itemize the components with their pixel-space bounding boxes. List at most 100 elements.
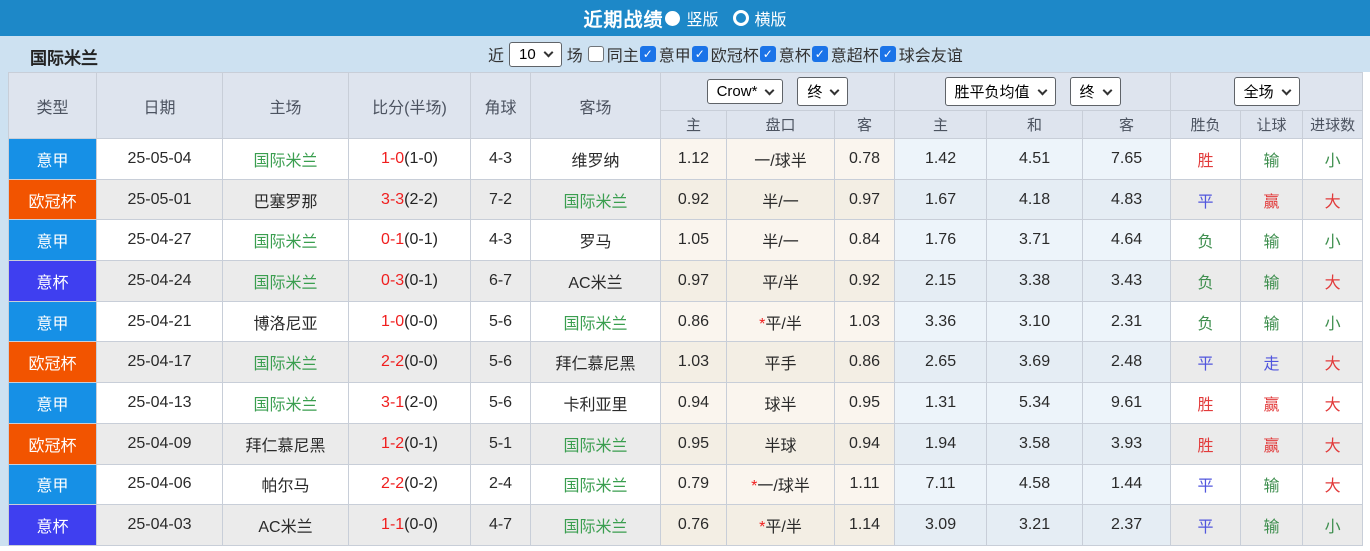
avg-odds-lose: 9.61 <box>1082 382 1172 424</box>
page-title: 近期战绩 <box>583 9 664 31</box>
result-handicap: 走 <box>1240 341 1304 384</box>
league-type-badge: 意甲 <box>8 300 97 343</box>
avg-odds-lose: 1.44 <box>1082 463 1172 506</box>
col-header-date: 日期 <box>96 72 223 139</box>
table-row: 欧冠杯 25-04-09 拜仁慕尼黑 1-2(0-1) 5-1 国际米兰 0.9… <box>8 422 1364 465</box>
corner-score: 6-7 <box>470 260 531 302</box>
match-date: 25-04-27 <box>96 219 223 262</box>
radio-vertical-label: 竖版 <box>686 12 719 29</box>
radio-selected-icon[interactable] <box>665 10 681 26</box>
handicap-line: 平/半 <box>726 260 835 302</box>
home-team: AC米兰 <box>222 504 349 546</box>
handicap-line: 球半 <box>726 382 835 424</box>
table-row: 意杯 25-04-03 AC米兰 1-1(0-0) 4-7 国际米兰 0.76 … <box>8 504 1364 546</box>
avg-odds-draw: 3.69 <box>986 341 1084 384</box>
league-filter-super-cup[interactable]: ✓ 意超杯 <box>811 42 879 66</box>
chevron-down-icon <box>543 47 554 58</box>
avg-odds-select[interactable]: 胜平负均值 <box>944 77 1056 106</box>
score-cell: 0-1(0-1) <box>348 219 471 262</box>
avg-time-select[interactable]: 终 <box>1069 77 1121 106</box>
checkbox-unchecked-icon[interactable] <box>587 46 604 62</box>
score-cell: 1-2(0-1) <box>348 422 471 465</box>
avg-odds-win: 3.09 <box>894 504 988 546</box>
col-header-handicap-away: 客 <box>833 110 896 139</box>
score-cell: 3-1(2-0) <box>348 382 471 424</box>
league-type-badge: 意甲 <box>8 463 97 506</box>
handicap-line: 半球 <box>726 422 835 465</box>
handicap-odds-home: 0.79 <box>660 463 727 506</box>
avg-odds-draw: 3.21 <box>986 504 1084 546</box>
avg-odds-lose: 4.64 <box>1082 219 1172 262</box>
col-header-wdl: 胜负 <box>1170 110 1242 139</box>
league-filter-coppa-italia[interactable]: ✓ 意杯 <box>759 42 811 66</box>
match-count-select[interactable]: 10 <box>509 41 562 67</box>
team-name: 国际米兰 <box>30 49 98 68</box>
corner-score: 5-1 <box>470 422 531 465</box>
chevron-down-icon <box>1037 85 1047 95</box>
away-team: 国际米兰 <box>530 504 661 546</box>
odds-company-select[interactable]: Crow* <box>706 79 784 104</box>
result-handicap: 赢 <box>1240 178 1304 221</box>
col-header-type: 类型 <box>8 72 97 139</box>
score-cell: 1-1(0-0) <box>348 504 471 546</box>
result-handicap: 输 <box>1240 504 1304 546</box>
avg-odds-win: 1.31 <box>894 382 988 424</box>
away-team: 卡利亚里 <box>530 382 661 424</box>
result-wdl: 平 <box>1170 178 1242 221</box>
avg-odds-win: 2.65 <box>894 341 988 384</box>
avg-odds-draw: 3.38 <box>986 260 1084 302</box>
handicap-time-select[interactable]: 终 <box>797 77 849 106</box>
col-header-score: 比分(半场) <box>348 72 471 139</box>
league-filter-serie-a[interactable]: ✓ 意甲 <box>639 42 691 66</box>
match-date: 25-04-17 <box>96 341 223 384</box>
checkbox-checked-icon[interactable]: ✓ <box>691 46 708 62</box>
result-goals: 大 <box>1302 463 1364 506</box>
result-wdl: 胜 <box>1170 422 1242 465</box>
scope-select[interactable]: 全场 <box>1233 77 1300 106</box>
half-time-score: (0-0) <box>404 312 438 330</box>
half-time-score: (1-0) <box>404 149 438 167</box>
full-time-score: 3-3 <box>381 190 405 208</box>
away-team: 罗马 <box>530 219 661 262</box>
full-time-score: 1-1 <box>381 516 405 534</box>
handicap-line: 半/一 <box>726 219 835 262</box>
result-handicap: 输 <box>1240 463 1304 506</box>
radio-unselected-icon[interactable] <box>732 10 749 26</box>
league-filter-ucl[interactable]: ✓ 欧冠杯 <box>691 42 759 66</box>
away-team: 国际米兰 <box>530 178 661 221</box>
table-row: 意甲 25-04-27 国际米兰 0-1(0-1) 4-3 罗马 1.05 半/… <box>8 219 1364 262</box>
radio-horizontal-layout[interactable]: 横版 <box>732 6 787 30</box>
same-home-checkbox[interactable]: 同主 <box>587 42 639 66</box>
radio-vertical-layout[interactable]: 竖版 <box>665 6 719 30</box>
avg-odds-draw: 4.51 <box>986 138 1084 180</box>
avg-odds-win: 1.67 <box>894 178 988 221</box>
half-time-score: (0-0) <box>404 353 438 371</box>
league-filter-friendly[interactable]: ✓ 球会友谊 <box>879 42 963 66</box>
handicap-odds-away: 0.84 <box>833 219 896 262</box>
home-team: 国际米兰 <box>222 382 349 424</box>
same-home-label: 同主 <box>606 48 639 65</box>
result-scope-group: 全场 <box>1170 72 1364 111</box>
corner-score: 4-3 <box>470 219 531 262</box>
handicap-odds-away: 0.86 <box>833 341 896 384</box>
checkbox-checked-icon[interactable]: ✓ <box>811 46 828 62</box>
handicap-line: *平/半 <box>726 504 835 546</box>
full-time-score: 0-3 <box>381 271 405 289</box>
match-date: 25-04-06 <box>96 463 223 506</box>
avg-odds-draw: 3.58 <box>986 422 1084 465</box>
league-type-badge: 欧冠杯 <box>8 178 97 221</box>
league-type-badge: 意甲 <box>8 138 97 180</box>
match-date: 25-05-01 <box>96 178 223 221</box>
result-handicap: 赢 <box>1240 422 1304 465</box>
handicap-odds-away: 0.94 <box>833 422 896 465</box>
checkbox-checked-icon[interactable]: ✓ <box>639 46 656 62</box>
checkbox-checked-icon[interactable]: ✓ <box>879 46 896 62</box>
chevron-down-icon <box>764 85 775 95</box>
home-team: 国际米兰 <box>222 138 349 180</box>
avg-odds-draw: 3.71 <box>986 219 1084 262</box>
avg-odds-win: 1.94 <box>894 422 988 465</box>
match-date: 25-04-13 <box>96 382 223 424</box>
checkbox-checked-icon[interactable]: ✓ <box>759 46 776 62</box>
handicap-odds-home: 1.03 <box>660 341 727 384</box>
full-time-score: 1-2 <box>381 434 405 452</box>
